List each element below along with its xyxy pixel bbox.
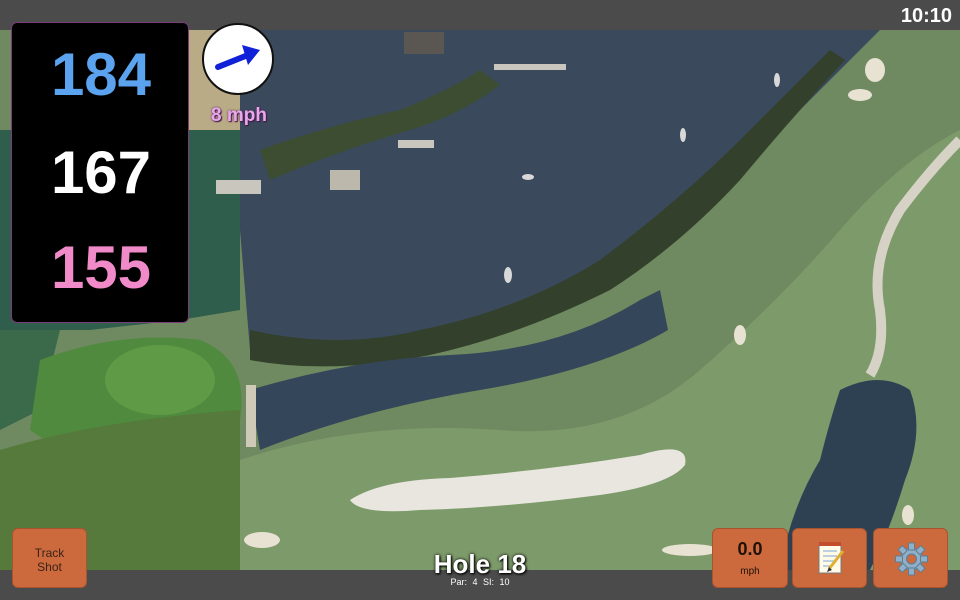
- track-shot-label-line1: Track: [34, 546, 65, 560]
- notes-button[interactable]: [792, 528, 867, 588]
- clock: 10:10: [900, 5, 952, 27]
- hole-info: Par: 4 SI: 10: [380, 577, 580, 587]
- distance-panel: 184 167 155: [11, 22, 189, 323]
- wind-speed: 8 mph: [211, 105, 267, 126]
- speed-button[interactable]: 0.0 mph: [712, 528, 788, 588]
- speed-value: 0.0: [737, 539, 763, 559]
- hole-stroke-index: SI: 10: [483, 577, 510, 587]
- wind-indicator[interactable]: [202, 23, 274, 95]
- distance-middle: 167: [50, 139, 152, 206]
- hole-title: Hole 18: [433, 549, 527, 579]
- settings-button[interactable]: [873, 528, 948, 588]
- distance-back: 184: [50, 41, 152, 108]
- hole-par: Par: 4: [450, 577, 478, 587]
- gear-icon: [895, 542, 928, 576]
- distance-front: 155: [50, 234, 152, 301]
- speed-unit: mph: [740, 566, 760, 577]
- wind-arrow-icon: [215, 45, 260, 70]
- track-shot-button[interactable]: Track Shot: [12, 528, 87, 588]
- track-shot-label-line2: Shot: [37, 560, 62, 574]
- notepad-icon: [818, 542, 845, 574]
